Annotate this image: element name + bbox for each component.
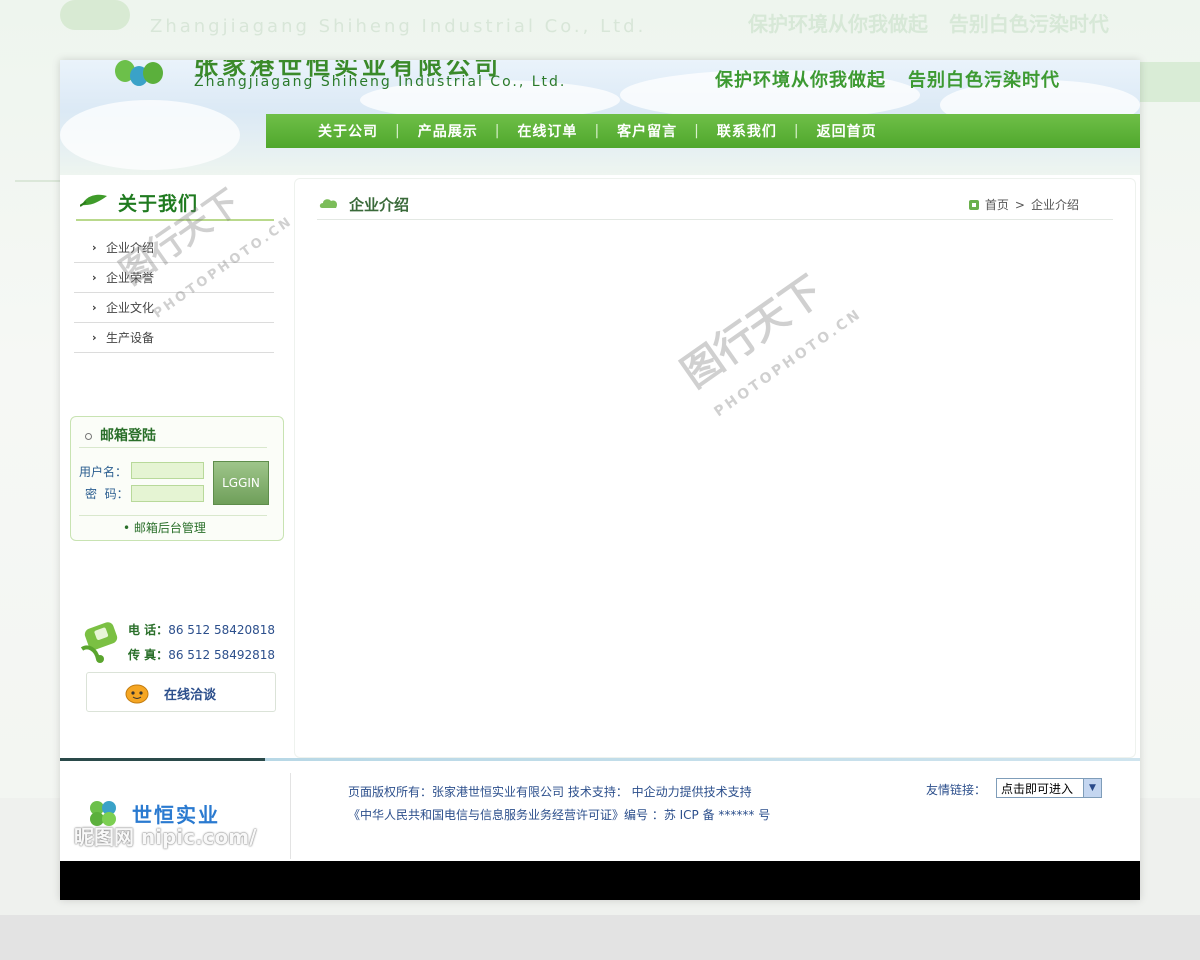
friend-links-select[interactable]: 点击即可进入 ▼ xyxy=(996,778,1102,798)
phone-line: 电 话：86 512 58420818 xyxy=(128,623,276,637)
mail-login-panel: 邮箱登陆 用户名： 密 码： LGGIN • 邮箱后台管理 xyxy=(70,416,284,541)
ghost-divider xyxy=(15,180,65,182)
slogan: 保护环境从你我做起 告别白色污染时代 xyxy=(715,66,1082,92)
sidebar-item-label: 企业文化 xyxy=(106,301,155,315)
mail-admin-link[interactable]: • 邮箱后台管理 xyxy=(123,519,206,536)
slogan-1: 保护环境从你我做起 xyxy=(715,70,886,91)
site-footer: 世恒实业 昵图网 nipic.com/ 页面版权所有：张家港世恒实业有限公司 技… xyxy=(60,761,1140,861)
phone-icon xyxy=(80,622,118,663)
sidebar-item-label: 生产设备 xyxy=(106,331,155,345)
footer-vertical-divider xyxy=(290,773,291,859)
breadcrumb-separator: > xyxy=(1014,197,1025,212)
friend-links-value: 点击即可进入 xyxy=(1001,781,1074,796)
ghost-company-en: Zhangjiagang Shiheng Industrial Co., Ltd… xyxy=(150,16,647,37)
login-button[interactable]: LGGIN xyxy=(213,461,269,505)
sidebar-menu: › 企业介绍 › 企业荣誉 › 企业文化 › 生产设备 xyxy=(74,233,274,353)
sidebar-header: 关于我们 xyxy=(76,187,274,221)
nav-item-products[interactable]: 产品展示 xyxy=(418,121,478,141)
website-frame: 张家港世恒实业有限公司 Zhangjiagang Shiheng Industr… xyxy=(60,60,1140,900)
page-title: 企业介绍 xyxy=(349,196,410,214)
breadcrumb: 首页 > 企业介绍 xyxy=(968,196,1079,213)
online-chat-button[interactable]: 在线洽谈 xyxy=(86,672,276,712)
mail-login-title: 邮箱登陆 xyxy=(85,425,156,445)
contact-info: 电 话：86 512 58420818 传 真：86 512 58492818 xyxy=(78,615,278,675)
cloud-icon xyxy=(319,199,338,208)
nav-separator: | xyxy=(793,123,800,139)
nav-item-messages[interactable]: 客户留言 xyxy=(617,121,677,141)
chat-face-icon xyxy=(125,684,149,704)
main-nav: 关于公司 | 产品展示 | 在线订单 | 客户留言 | 联系我们 | 返回首页 xyxy=(266,114,1140,148)
chevron-down-icon: ▼ xyxy=(1083,779,1101,797)
divider xyxy=(79,515,267,516)
footer-copyright: 页面版权所有：张家港世恒实业有限公司 技术支持： 中企动力提供技术支持 xyxy=(348,785,752,799)
nav-item-contact[interactable]: 联系我们 xyxy=(717,121,777,141)
nav-item-orders[interactable]: 在线订单 xyxy=(517,121,577,141)
chevron-right-icon: › xyxy=(92,301,97,314)
nav-separator: | xyxy=(395,123,401,139)
slogan-2: 告别白色污染时代 xyxy=(908,70,1060,91)
background-bottom xyxy=(0,915,1200,960)
nav-separator: | xyxy=(494,123,501,139)
breadcrumb-current: 企业介绍 xyxy=(1030,198,1079,212)
bullet-icon xyxy=(85,432,92,440)
home-icon xyxy=(968,199,979,210)
fax-number: 86 512 58492818 xyxy=(168,648,276,662)
chevron-right-icon: › xyxy=(92,271,97,284)
nav-separator: | xyxy=(594,123,601,139)
leaf-icon xyxy=(80,194,107,207)
bottom-bar xyxy=(60,861,1140,900)
content-header: 企业介绍 首页 > 企业介绍 xyxy=(317,191,1113,220)
ghost-nav-bar xyxy=(1140,62,1200,102)
sidebar: 关于我们 › 企业介绍 › 企业荣誉 › 企业文化 › 生产设备 邮箱登陆 用户名： 密… xyxy=(60,175,290,758)
footer-license: 《中华人民共和国电信与信息服务业务经营许可证》编号 ：苏 ICP 备 *****… xyxy=(348,808,771,822)
divider xyxy=(79,447,267,448)
main-content: 企业介绍 首页 > 企业介绍 xyxy=(294,178,1136,758)
sidebar-item-label: 企业荣誉 xyxy=(106,271,155,285)
sidebar-title: 关于我们 xyxy=(118,193,199,215)
online-chat-label: 在线洽谈 xyxy=(164,688,217,703)
password-input[interactable] xyxy=(131,485,204,502)
nav-separator: | xyxy=(694,123,700,139)
username-label: 用户名： xyxy=(79,465,128,479)
sidebar-item-intro[interactable]: › 企业介绍 xyxy=(74,233,274,263)
chevron-right-icon: › xyxy=(92,331,97,344)
nav-item-home[interactable]: 返回首页 xyxy=(817,121,877,141)
ghost-logo xyxy=(60,0,130,30)
username-input[interactable] xyxy=(131,462,204,479)
sidebar-item-honors[interactable]: › 企业荣誉 xyxy=(74,263,274,293)
password-label: 密 码： xyxy=(85,487,129,501)
phone-number: 86 512 58420818 xyxy=(168,623,276,637)
friend-links-label: 友情链接： xyxy=(926,783,987,797)
site-header: 张家港世恒实业有限公司 Zhangjiagang Shiheng Industr… xyxy=(60,60,1140,175)
fax-line: 传 真：86 512 58492818 xyxy=(128,648,276,662)
watermark-footer: 昵图网 nipic.com/ xyxy=(74,825,257,849)
sidebar-item-label: 企业介绍 xyxy=(106,241,155,255)
cloud-decor xyxy=(60,100,240,170)
ghost-slogan: 保护环境从你我做起 告别白色污染时代 xyxy=(748,12,1109,36)
sidebar-item-culture[interactable]: › 企业文化 xyxy=(74,293,274,323)
company-name-en: Zhangjiagang Shiheng Industrial Co., Ltd… xyxy=(194,74,567,90)
nav-item-about[interactable]: 关于公司 xyxy=(318,121,378,141)
chevron-right-icon: › xyxy=(92,241,97,254)
sidebar-item-equipment[interactable]: › 生产设备 xyxy=(74,323,274,353)
logo-icon xyxy=(115,60,175,90)
breadcrumb-home[interactable]: 首页 xyxy=(985,196,1009,213)
